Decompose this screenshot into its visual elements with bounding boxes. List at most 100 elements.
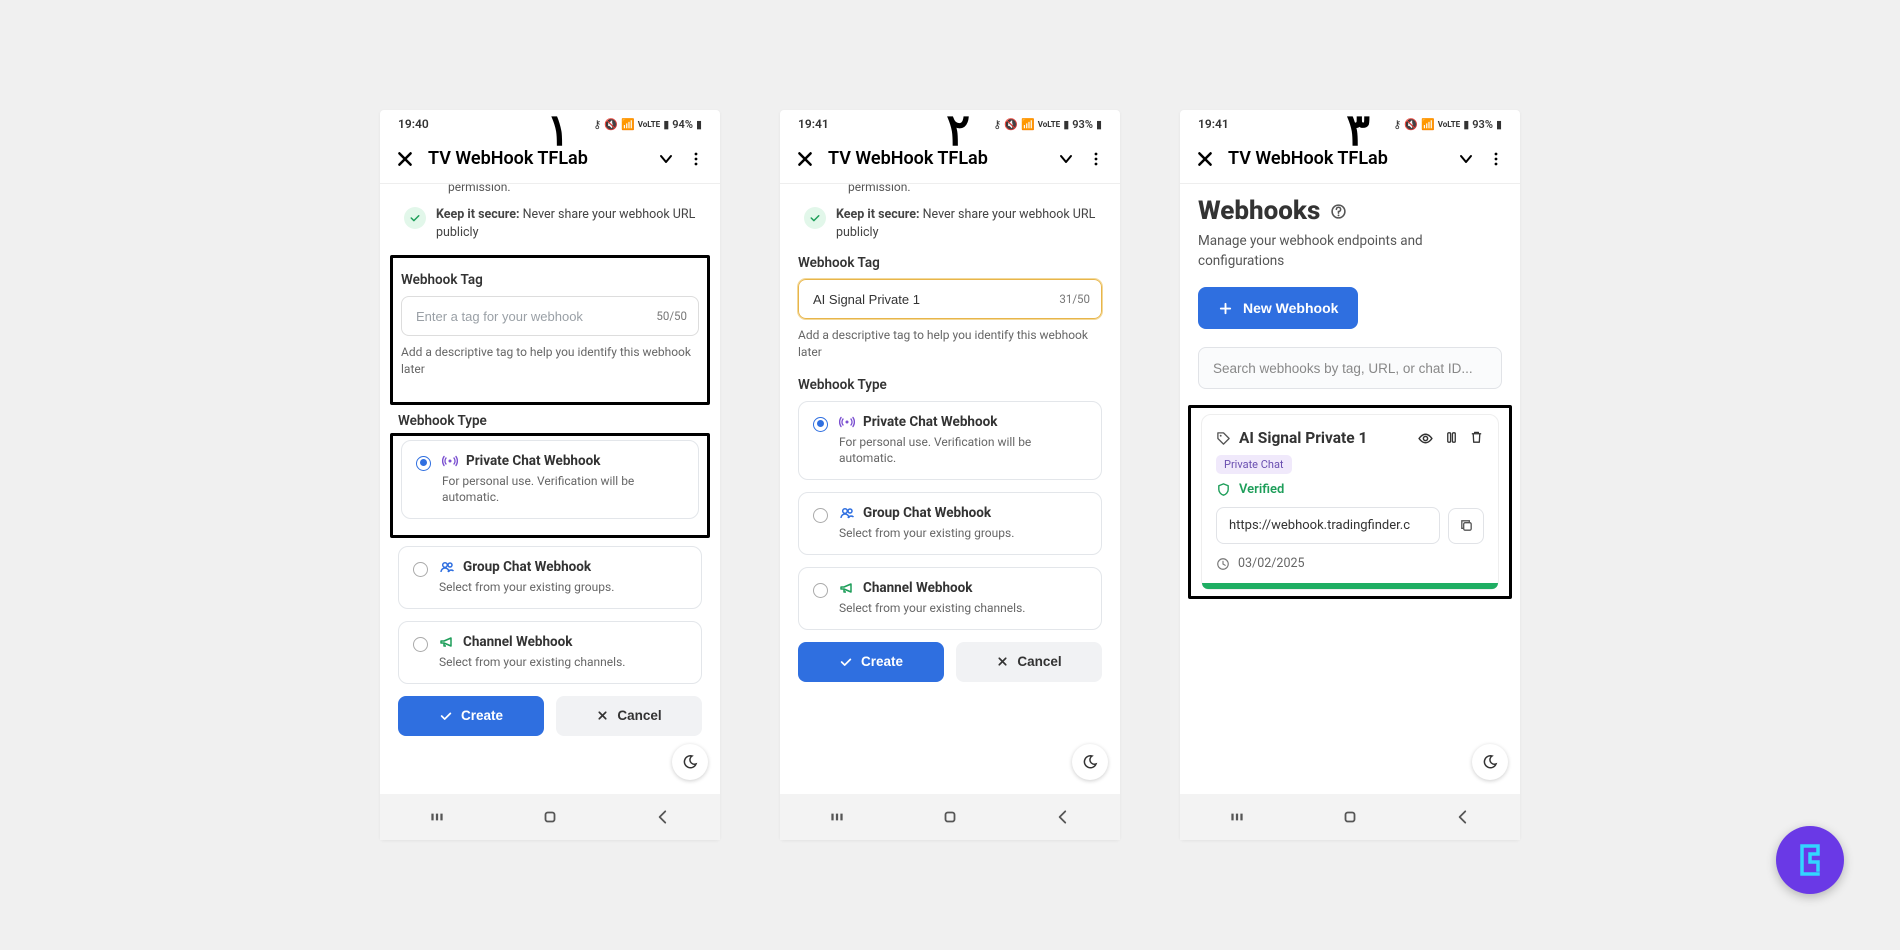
battery-icon: ▮ [1096, 118, 1102, 131]
verified-row: Verified [1216, 482, 1484, 497]
mute-icon: 🔇 [1404, 118, 1418, 131]
trash-icon[interactable] [1469, 430, 1484, 445]
tag-counter: 31/50 [1059, 292, 1090, 306]
type-group-card[interactable]: Group Chat Webhook Select from your exis… [798, 492, 1102, 555]
webhook-tag-input[interactable] [401, 296, 699, 336]
cancel-button[interactable]: Cancel [556, 696, 702, 736]
signal-icon: ▮ [1463, 118, 1469, 131]
battery-text: 93% [1072, 118, 1093, 131]
highlight-webhook-card: AI Signal Private 1 Private Chat Verifie… [1188, 405, 1512, 599]
webhook-type-label: Webhook Type [798, 377, 1102, 393]
tip-secure: Keep it secure: Never share your webhook… [798, 206, 1102, 241]
chevron-down-icon[interactable] [1458, 151, 1474, 167]
chevron-down-icon[interactable] [658, 151, 674, 167]
vpn-icon: ⚷ [593, 118, 601, 131]
x-icon [596, 709, 609, 722]
chevron-down-icon[interactable] [1058, 151, 1074, 167]
signal-icon: ▮ [1063, 118, 1069, 131]
eye-icon[interactable] [1417, 430, 1434, 447]
recents-button[interactable] [823, 808, 851, 826]
webhook-tag-input[interactable] [798, 279, 1102, 319]
type-channel-card[interactable]: Channel Webhook Select from your existin… [398, 621, 702, 684]
new-webhook-button[interactable]: New Webhook [1198, 287, 1358, 329]
recents-button[interactable] [1223, 808, 1251, 826]
battery-text: 93% [1472, 118, 1493, 131]
tag-icon [1216, 431, 1231, 446]
back-button[interactable] [1449, 808, 1477, 826]
webhook-card[interactable]: AI Signal Private 1 Private Chat Verifie… [1201, 414, 1499, 590]
mute-icon: 🔇 [1004, 118, 1018, 131]
system-navbar [780, 794, 1120, 840]
tip-secure: Keep it secure: Never share your webhook… [398, 206, 702, 241]
webhook-tag-label: Webhook Tag [401, 272, 699, 288]
copy-button[interactable] [1448, 508, 1484, 544]
battery-icon: ▮ [696, 118, 702, 131]
volte-icon: VoLTE [1038, 120, 1060, 129]
radio-icon [813, 583, 828, 598]
check-icon [439, 709, 453, 723]
more-icon[interactable] [1088, 151, 1104, 167]
pause-icon[interactable] [1444, 430, 1459, 445]
type-private-card[interactable]: Private Chat Webhook For personal use. V… [401, 440, 699, 520]
theme-toggle[interactable] [1072, 744, 1108, 780]
page-title: TV WebHook TFLab [828, 148, 1044, 169]
copy-icon [1459, 518, 1474, 533]
step-label: ۲ [946, 104, 970, 156]
moon-icon [1082, 754, 1098, 770]
broadcast-icon [442, 453, 458, 469]
search-input[interactable] [1198, 347, 1502, 389]
x-icon [996, 655, 1009, 668]
type-channel-card[interactable]: Channel Webhook Select from your existin… [798, 567, 1102, 630]
status-time: 19:41 [1198, 117, 1229, 131]
broadcast-icon [839, 414, 855, 430]
shield-icon [1216, 482, 1231, 497]
home-button[interactable] [536, 808, 564, 826]
signal-icon: ▮ [663, 118, 669, 131]
megaphone-icon [839, 580, 855, 596]
radio-icon [813, 508, 828, 523]
theme-toggle[interactable] [672, 744, 708, 780]
more-icon[interactable] [1488, 151, 1504, 167]
highlight-webhook-tag: Webhook Tag 50/50 Add a descriptive tag … [390, 255, 710, 405]
highlight-webhook-type: Private Chat Webhook For personal use. V… [390, 433, 710, 539]
help-icon[interactable] [1330, 203, 1347, 220]
close-icon[interactable] [396, 150, 414, 168]
home-button[interactable] [936, 808, 964, 826]
clock-icon [1216, 557, 1230, 571]
tip-partial: permission. [448, 184, 702, 200]
create-button[interactable]: Create [798, 642, 944, 682]
webhook-type-label: Webhook Type [398, 413, 702, 429]
type-group-card[interactable]: Group Chat Webhook Select from your exis… [398, 546, 702, 609]
close-icon[interactable] [1196, 150, 1214, 168]
wifi-icon: 📶 [1021, 118, 1035, 131]
megaphone-icon [439, 634, 455, 650]
check-icon [804, 207, 826, 229]
vpn-icon: ⚷ [993, 118, 1001, 131]
system-navbar [380, 794, 720, 840]
recents-button[interactable] [423, 808, 451, 826]
brand-logo[interactable] [1776, 826, 1844, 894]
home-button[interactable] [1336, 808, 1364, 826]
cancel-button[interactable]: Cancel [956, 642, 1102, 682]
type-private-card[interactable]: Private Chat Webhook For personal use. V… [798, 401, 1102, 481]
status-time: 19:41 [798, 117, 829, 131]
theme-toggle[interactable] [1472, 744, 1508, 780]
step-label: ۱ [546, 104, 570, 156]
create-button[interactable]: Create [398, 696, 544, 736]
close-icon[interactable] [796, 150, 814, 168]
more-icon[interactable] [688, 151, 704, 167]
group-icon [439, 559, 455, 575]
webhook-tag-label: Webhook Tag [798, 255, 1102, 271]
back-button[interactable] [649, 808, 677, 826]
webhook-url[interactable]: https://webhook.tradingfinder.c [1216, 507, 1440, 544]
page-title: TV WebHook TFLab [1228, 148, 1444, 169]
back-button[interactable] [1049, 808, 1077, 826]
tag-counter: 50/50 [656, 309, 687, 323]
step-label: ۳ [1346, 104, 1370, 156]
brand-logo-icon [1790, 840, 1830, 880]
group-icon [839, 505, 855, 521]
radio-icon [413, 637, 428, 652]
wifi-icon: 📶 [1421, 118, 1435, 131]
volte-icon: VoLTE [1438, 120, 1460, 129]
check-icon [839, 655, 853, 669]
